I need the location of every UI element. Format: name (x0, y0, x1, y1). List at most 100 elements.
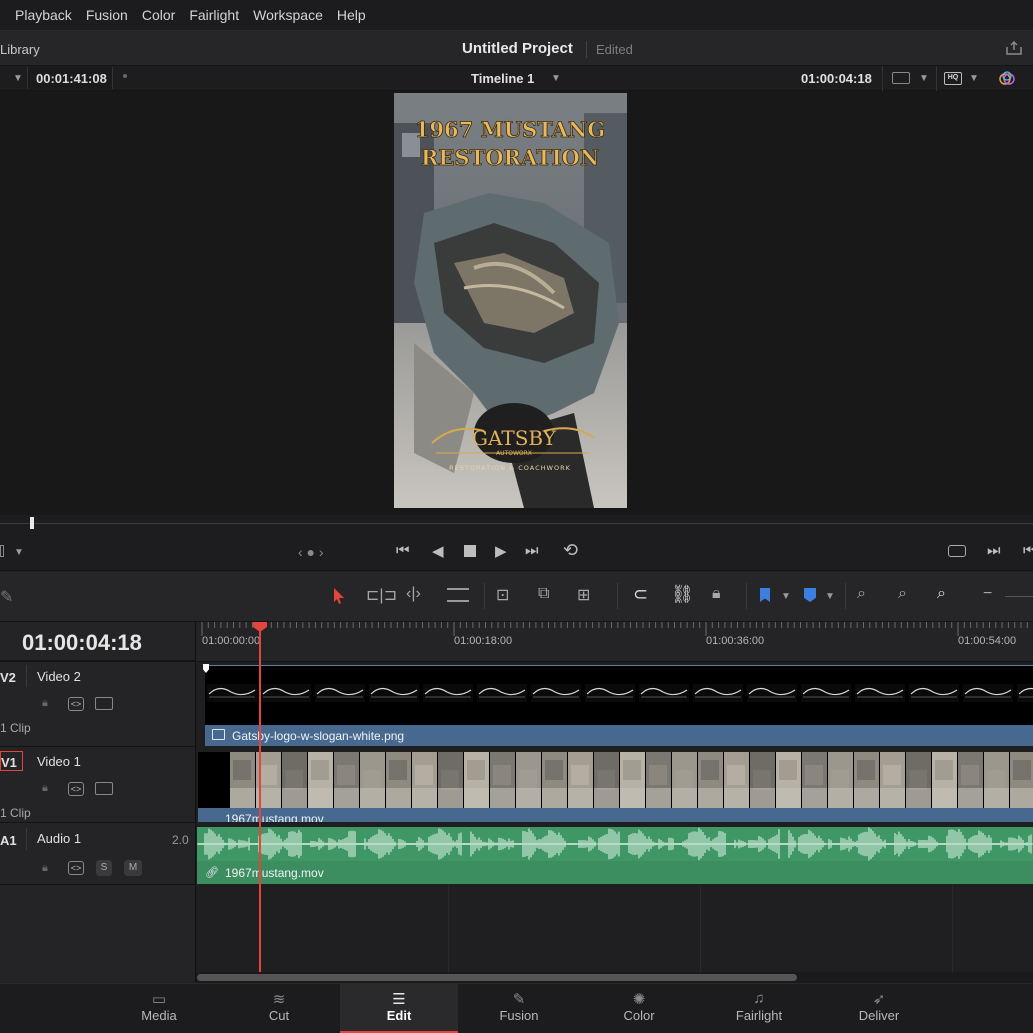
menu-help[interactable]: Help (337, 7, 366, 23)
trim-tool-icon[interactable]: ⊏|⊐ (366, 585, 397, 605)
clip-label-v2[interactable]: Gatsby-logo-w-slogan-white.png (205, 725, 1033, 746)
zoom-out-icon[interactable]: − (983, 585, 992, 603)
zoom-full-icon[interactable]: ⌕ (857, 585, 866, 603)
viewer-mode-dropdown-icon[interactable]: ▼ (14, 547, 24, 558)
color-scope-icon[interactable] (998, 70, 1016, 88)
insert-clip-icon[interactable]: ⊡ (496, 585, 509, 605)
playhead-line[interactable] (259, 628, 261, 972)
page-tab-edit[interactable]: ☰ Edit (340, 983, 458, 1033)
toolbar-separator-3 (746, 583, 747, 609)
page-tab-fairlight[interactable]: ♫ Fairlight (699, 983, 819, 1033)
play-reverse-icon[interactable]: ◀ (432, 542, 444, 560)
snapping-icon[interactable]: ⊂ (633, 584, 648, 605)
auto-select-icon[interactable]: <> (68, 697, 84, 711)
video-frame[interactable]: 1967 MUSTANG RESTORATION GATSBY AUTOWORX… (394, 93, 627, 508)
track-name-v1[interactable]: Video 1 (37, 754, 81, 769)
zoom-custom-icon[interactable]: ⌕ (937, 585, 946, 603)
track-id-a1[interactable]: A1 (0, 828, 27, 850)
page-tab-color[interactable]: ✺ Color (579, 983, 699, 1033)
timeline-dropdown-icon[interactable]: ▼ (551, 73, 561, 84)
color-icon: ✺ (632, 991, 646, 1008)
zoom-detail-icon[interactable]: ⌕ (898, 585, 907, 603)
linked-selection-icon[interactable]: ⛓ (671, 584, 694, 605)
menu-playback[interactable]: Playback (15, 7, 72, 23)
next-clip-icon[interactable]: ⏭ (987, 542, 1001, 559)
play-icon[interactable]: ▶ (495, 542, 507, 560)
overlay-title-line2: RESTORATION (421, 145, 599, 170)
scrubber-handle[interactable] (30, 517, 34, 529)
edit-toolbar (0, 572, 1033, 622)
track-id-v1[interactable]: V1 (0, 751, 23, 771)
viewer-size-dropdown-icon[interactable]: ▼ (919, 73, 929, 84)
zoom-slider[interactable] (1005, 596, 1033, 597)
deliver-icon: ➶ (872, 991, 886, 1008)
page-tab-cut[interactable]: ≋ Cut (219, 983, 339, 1033)
go-to-start-icon[interactable]: ⏮ (396, 542, 410, 559)
overlay-title-line1: 1967 MUSTANG (415, 117, 605, 142)
menu-fusion[interactable]: Fusion (86, 7, 128, 23)
viewer-mode-icon[interactable] (0, 545, 4, 557)
title-divider (586, 41, 587, 58)
loop-icon[interactable]: ⟲ (563, 540, 578, 561)
blade-tool-icon[interactable] (447, 588, 469, 602)
edit-icon: ☰ (392, 991, 406, 1008)
match-frame-icon[interactable] (948, 545, 966, 557)
lock-icon[interactable]: 🔒︎ (42, 862, 54, 874)
overwrite-clip-icon[interactable]: ⧉ (538, 585, 549, 603)
auto-select-icon[interactable]: <> (68, 782, 84, 796)
clip-count-v2: 1 Clip (0, 721, 31, 735)
transport-bar (0, 533, 1033, 571)
lock-icon[interactable]: 🔒︎ (42, 697, 54, 709)
go-to-end-icon[interactable]: ⏭ (525, 542, 539, 559)
menu-fairlight[interactable]: Fairlight (189, 7, 239, 23)
ruler-mark: 01:00:36:00 (706, 635, 765, 647)
cut-icon: ≋ (272, 991, 286, 1008)
quality-dropdown-icon[interactable]: ▼ (969, 73, 979, 84)
media-library-tab[interactable]: Library (0, 42, 40, 57)
jog-control-icon[interactable]: ‹ ● › (298, 544, 324, 560)
audio-channel-format: 2.0 (172, 833, 189, 847)
position-lock-icon[interactable]: 🔒︎ (712, 585, 721, 603)
menu-workspace[interactable]: Workspace (253, 7, 323, 23)
marker-dropdown-icon[interactable]: ▼ (825, 591, 835, 602)
logo-slogan: RESTORATION & COACHWORK (449, 464, 571, 472)
pencil-icon[interactable]: ✎ (0, 587, 13, 607)
track-name-v2[interactable]: Video 2 (37, 669, 81, 684)
solo-button[interactable]: S (96, 860, 112, 876)
clip-count-v1: 1 Clip (0, 806, 31, 820)
viewer-size-icon[interactable] (892, 72, 910, 84)
timeline-ruler[interactable] (196, 622, 1033, 662)
share-icon[interactable] (1005, 40, 1023, 56)
grid-line (700, 885, 701, 972)
menu-color[interactable]: Color (142, 7, 175, 23)
clip-name-v1: 1967mustang.mov (225, 812, 324, 822)
auto-select-icon[interactable]: <> (68, 861, 84, 875)
timeline-timecode[interactable]: 01:00:04:18 (22, 630, 142, 656)
replace-clip-icon[interactable]: ⊞ (577, 585, 590, 605)
clip-label-v1[interactable]: 1967mustang.mov (198, 808, 1033, 822)
track-name-a1[interactable]: Audio 1 (37, 831, 81, 846)
header-divider-2 (936, 66, 937, 91)
page-tab-deliver[interactable]: ➶ Deliver (819, 983, 939, 1033)
flag-dropdown-icon[interactable]: ▼ (781, 591, 791, 602)
chevron-down-icon[interactable]: ▼ (13, 73, 23, 84)
media-icon: ▭ (151, 991, 167, 1008)
grid-line (952, 885, 953, 972)
mute-button[interactable]: M (124, 860, 142, 876)
clip-label-a1[interactable]: 🔗︎ 1967mustang.mov (197, 861, 1033, 884)
viewer-scrubber[interactable] (0, 515, 1033, 533)
playback-quality-icon[interactable]: HQ (944, 72, 962, 85)
timeline-scrollbar[interactable] (197, 974, 797, 981)
project-title: Untitled Project (462, 40, 573, 57)
lock-icon[interactable]: 🔒︎ (42, 782, 54, 794)
page-tab-fusion[interactable]: ✎ Fusion (459, 983, 579, 1033)
dynamic-trim-icon[interactable]: ‹|› (406, 585, 421, 603)
page-tab-media[interactable]: ▭ Media (99, 983, 219, 1033)
timeline-name[interactable]: Timeline 1 (471, 71, 534, 86)
stop-icon[interactable] (464, 545, 476, 557)
prev-edit-icon[interactable]: ⏮ (1023, 542, 1033, 559)
track-id-v2[interactable]: V2 (0, 665, 27, 687)
selection-tool-icon[interactable] (332, 587, 346, 605)
track-visibility-icon[interactable] (95, 782, 113, 795)
track-visibility-icon[interactable] (95, 697, 113, 710)
